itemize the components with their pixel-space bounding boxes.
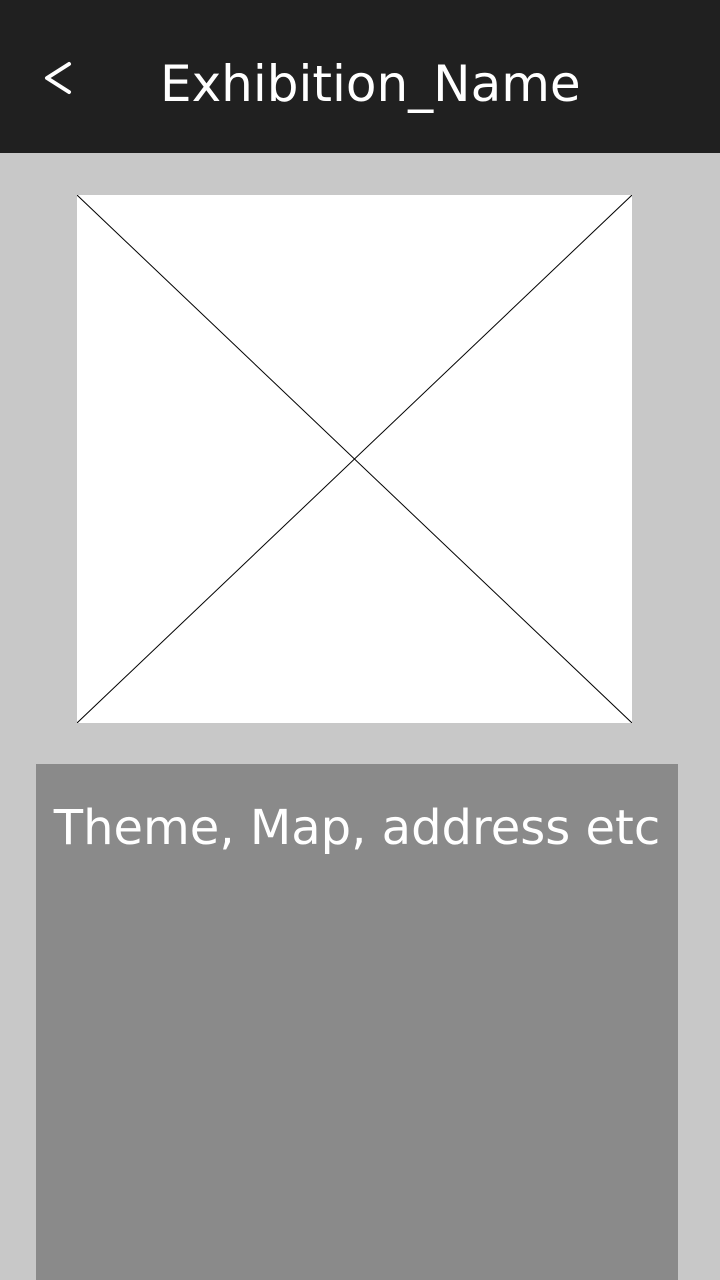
chevron-left-icon [45, 62, 71, 94]
back-button[interactable] [30, 46, 86, 110]
exhibition-image-placeholder [77, 195, 632, 723]
page-title: Exhibition_Name [160, 55, 581, 113]
image-placeholder-icon [77, 195, 632, 723]
app-bar: Exhibition_Name [0, 0, 720, 153]
exhibition-info-text: Theme, Map, address etc [53, 800, 661, 856]
exhibition-info-panel: Theme, Map, address etc [36, 764, 678, 1280]
